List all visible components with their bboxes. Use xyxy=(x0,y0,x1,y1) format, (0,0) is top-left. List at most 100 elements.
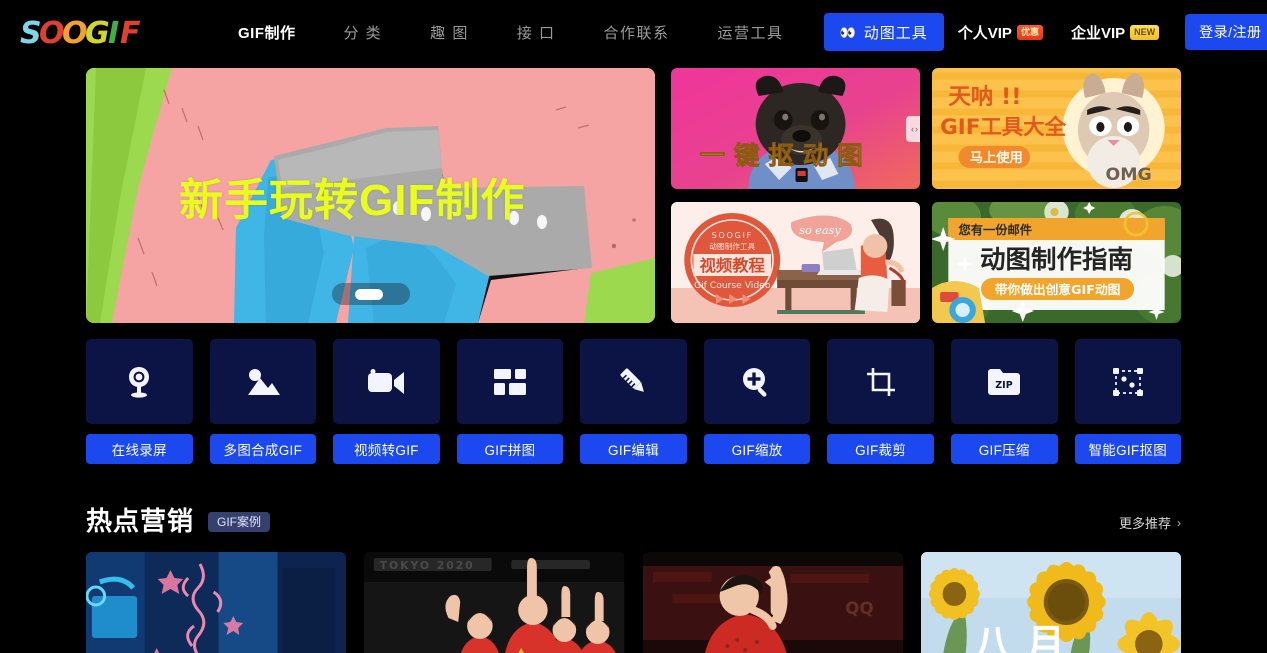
tool-label[interactable]: GIF缩放 xyxy=(703,434,811,464)
banner-area: 新手玩转GIF制作 一 键 抠 动 图 ‹ › 天呐 !! GIF工具大全 OM… xyxy=(0,68,1267,323)
svg-text:SOOGIF: SOOGIF xyxy=(712,230,753,240)
tool-card[interactable] xyxy=(456,339,564,424)
chevron-right-icon: › xyxy=(1177,515,1181,530)
tool-label[interactable]: GIF拼图 xyxy=(456,434,564,464)
svg-text:I: I xyxy=(108,16,119,51)
thumb-one-click-cutout[interactable]: 一 键 抠 动 图 ‹ › xyxy=(671,68,920,189)
nav-item-category[interactable]: 分 类 xyxy=(320,22,407,43)
carousel-arrows[interactable]: ‹ › xyxy=(906,115,920,142)
nav-item-fun-images[interactable]: 趣 图 xyxy=(406,22,493,43)
tool-card[interactable] xyxy=(86,339,193,424)
enterprise-vip-label: 企业VIP xyxy=(1070,24,1126,42)
tool-card[interactable] xyxy=(1074,339,1182,424)
animated-tools-label: 动图工具 xyxy=(863,24,928,42)
nav-item-api[interactable]: 接 口 xyxy=(493,22,580,43)
status-badge: GIF案例 xyxy=(208,512,271,532)
header-right-group: 个人VIP 优惠 企业VIP NEW 登录/注册 xyxy=(944,14,1267,50)
tool-gif-collage[interactable]: GIF拼图 xyxy=(456,339,564,464)
tool-gif-edit[interactable]: GIF编辑 xyxy=(580,339,687,464)
nav-item-gif-make[interactable]: GIF制作 xyxy=(214,22,320,43)
personal-vip-label: 个人VIP xyxy=(957,24,1012,42)
svg-text:OMG: OMG xyxy=(1105,165,1151,185)
banner-thumbnail-grid: 一 键 抠 动 图 ‹ › 天呐 !! GIF工具大全 OMG 马上使用 SOO… xyxy=(671,68,1181,323)
svg-text:G: G xyxy=(85,16,110,51)
tool-label[interactable]: 多图合成GIF xyxy=(209,434,317,464)
cutout-selection-icon xyxy=(1112,367,1143,396)
enterprise-vip-badge: NEW xyxy=(1130,24,1160,40)
svg-text:QQ: QQ xyxy=(845,598,873,618)
tool-gif-scale[interactable]: GIF缩放 xyxy=(703,339,811,464)
tool-card[interactable]: ZIP xyxy=(950,339,1058,424)
grid-layout-icon xyxy=(493,368,526,395)
svg-text:马上使用: 马上使用 xyxy=(970,149,1023,166)
nav-item-cooperation[interactable]: 合作联系 xyxy=(580,22,694,43)
tool-label[interactable]: 视频转GIF xyxy=(333,434,440,464)
hero-banner[interactable]: 新手玩转GIF制作 xyxy=(86,68,655,323)
more-recommend-link[interactable]: 更多推荐 › xyxy=(1119,513,1181,532)
tool-label[interactable]: GIF压缩 xyxy=(950,434,1058,464)
video-camera-icon xyxy=(368,368,405,394)
tool-label[interactable]: 在线录屏 xyxy=(86,434,193,464)
image-icon xyxy=(247,368,280,395)
tool-card[interactable] xyxy=(209,339,317,424)
page-title: 热点营销 xyxy=(86,506,195,536)
tool-label[interactable]: 智能GIF抠图 xyxy=(1074,434,1182,464)
tool-label[interactable]: GIF裁剪 xyxy=(827,434,934,464)
tool-shortcuts: 在线录屏 多图合成GIF 视频转GIF GIF拼图 GIF编辑 GIF缩放 GI… xyxy=(0,339,1267,464)
thumbnail-row-bottom: SOOGIF 动图制作工具 视频教程 Gif Course Video so e… xyxy=(671,202,1181,323)
thumbnail-row-top: 一 键 抠 动 图 ‹ › 天呐 !! GIF工具大全 OMG 马上使用 xyxy=(671,68,1181,189)
main-nav: GIF制作 分 类 趣 图 接 口 合作联系 运营工具 xyxy=(214,22,808,43)
card-caption: 八 月 xyxy=(973,622,1065,653)
svg-text:动图制作指南: 动图制作指南 xyxy=(980,245,1133,274)
tool-video-to-gif[interactable]: 视频转GIF xyxy=(333,339,440,464)
svg-text:F: F xyxy=(120,16,141,51)
animated-tools-button[interactable]: 👀 动图工具 xyxy=(823,13,944,51)
svg-text:您有一份邮件: 您有一份邮件 xyxy=(959,222,1032,237)
list-item[interactable]: TOKYO 2020 xyxy=(364,552,625,653)
thumb-gif-tools-collection[interactable]: 天呐 !! GIF工具大全 OMG 马上使用 xyxy=(932,68,1181,189)
tool-card[interactable] xyxy=(333,339,440,424)
list-item[interactable] xyxy=(86,552,347,653)
zip-folder-icon: ZIP xyxy=(988,368,1021,395)
more-recommend-label: 更多推荐 xyxy=(1118,516,1171,531)
svg-text:O: O xyxy=(62,16,88,51)
svg-text:O: O xyxy=(39,16,65,51)
svg-text:TOKYO 2020: TOKYO 2020 xyxy=(380,559,475,572)
tool-gif-crop[interactable]: GIF裁剪 xyxy=(827,339,934,464)
enterprise-vip-link[interactable]: 企业VIP NEW xyxy=(1057,22,1173,43)
chevron-left-icon[interactable]: ‹ xyxy=(911,124,914,134)
crop-icon xyxy=(866,367,895,396)
chevron-right-icon[interactable]: › xyxy=(915,124,918,134)
svg-text:一 键 抠 动 图: 一 键 抠 动 图 xyxy=(700,141,863,170)
svg-text:so easy: so easy xyxy=(799,224,841,237)
svg-text:Gif Course Video: Gif Course Video xyxy=(694,281,771,291)
thumb-video-tutorial[interactable]: SOOGIF 动图制作工具 视频教程 Gif Course Video so e… xyxy=(671,202,920,323)
tool-card[interactable] xyxy=(703,339,811,424)
svg-text:天呐 !!: 天呐 !! xyxy=(948,84,1021,110)
hot-marketing-section-header: 热点营销 GIF案例 更多推荐 › xyxy=(0,494,1267,534)
nav-item-operation-tools[interactable]: 运营工具 xyxy=(694,22,808,43)
marketing-card-list: TOKYO 2020 QQ 八 月 xyxy=(0,552,1267,653)
hero-progress-pill[interactable] xyxy=(332,283,410,305)
tool-label[interactable]: GIF编辑 xyxy=(580,434,687,464)
login-register-button[interactable]: 登录/注册 xyxy=(1185,14,1267,50)
tool-multi-image-gif[interactable]: 多图合成GIF xyxy=(209,339,317,464)
thumb-gif-guide[interactable]: 您有一份邮件 动图制作指南 带你做出创意GIF动图 xyxy=(932,202,1181,323)
svg-text:ZIP: ZIP xyxy=(996,380,1013,391)
svg-text:带你做出创意GIF动图: 带你做出创意GIF动图 xyxy=(995,282,1121,297)
personal-vip-link[interactable]: 个人VIP 优惠 xyxy=(944,22,1057,43)
pencil-ruler-icon xyxy=(620,367,644,392)
list-item[interactable]: QQ xyxy=(642,552,903,653)
tool-screen-record[interactable]: 在线录屏 xyxy=(86,339,193,464)
zoom-in-icon xyxy=(743,367,767,397)
tool-card[interactable] xyxy=(580,339,687,424)
svg-text:动图制作工具: 动图制作工具 xyxy=(709,241,755,251)
tool-gif-compress[interactable]: ZIP GIF压缩 xyxy=(950,339,1058,464)
personal-vip-badge: 优惠 xyxy=(1016,24,1043,40)
tool-card[interactable] xyxy=(827,339,934,424)
tool-smart-gif-cutout[interactable]: 智能GIF抠图 xyxy=(1074,339,1182,464)
list-item[interactable]: 八 月 xyxy=(920,552,1181,653)
svg-text:GIF工具大全: GIF工具大全 xyxy=(940,114,1067,140)
soogif-logo[interactable]: S O O G I F xyxy=(20,12,148,52)
site-header: S O O G I F GIF制作 分 类 趣 图 接 口 合作联系 运营工具 … xyxy=(0,0,1267,64)
